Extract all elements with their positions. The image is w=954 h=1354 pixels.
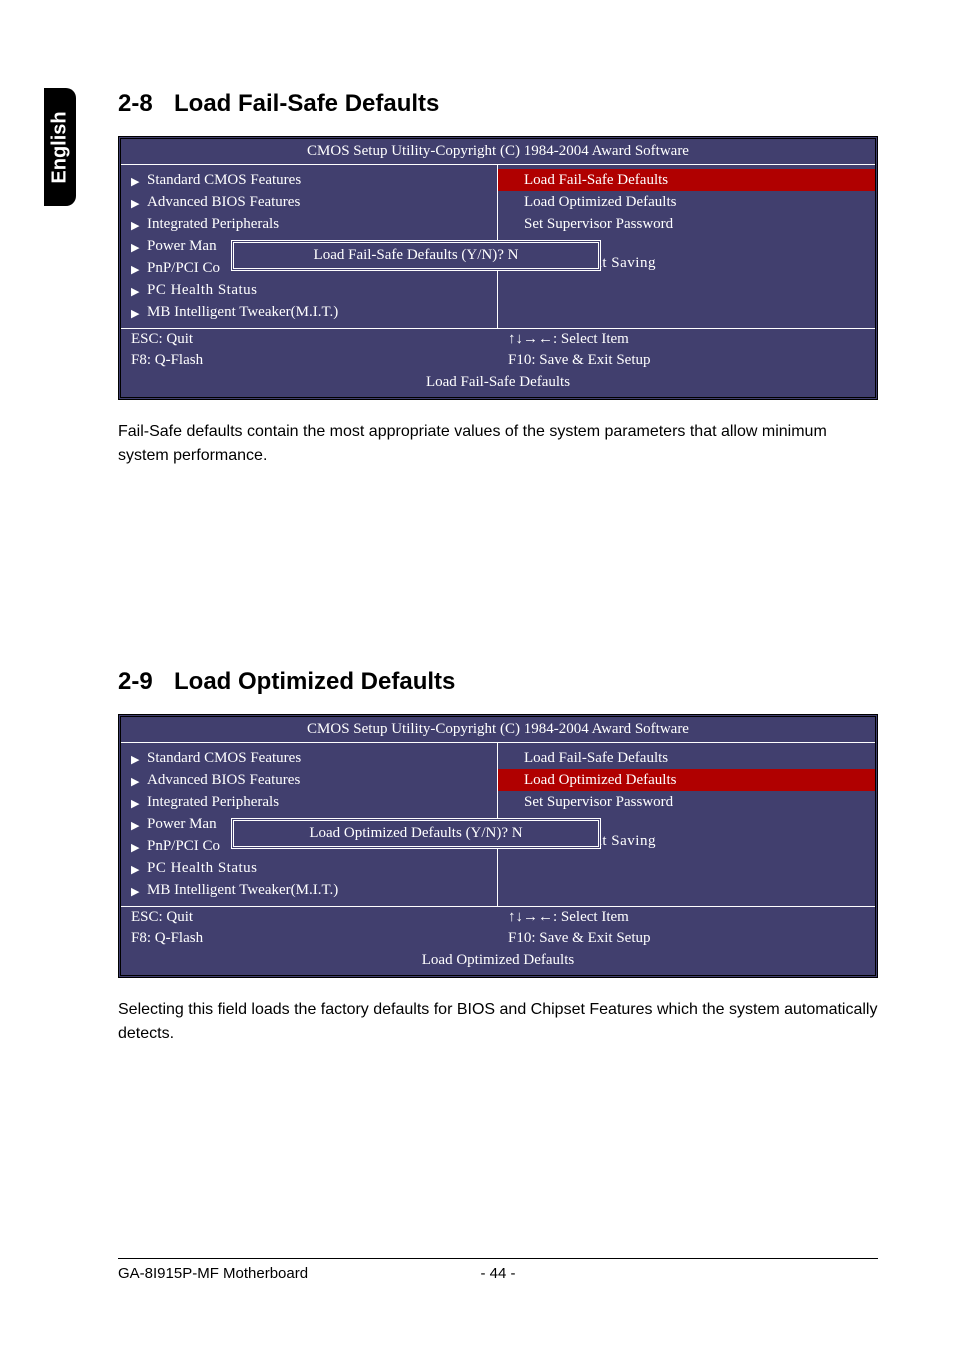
hotkey-f8: F8: Q-Flash <box>121 928 498 949</box>
menu-item-integrated-peripherals[interactable]: ▶Integrated Peripherals <box>121 791 497 813</box>
page-content: 2-8Load Fail-Safe Defaults CMOS Setup Ut… <box>118 90 878 1046</box>
triangle-icon: ▶ <box>131 795 139 813</box>
menu-item-integrated-peripherals[interactable]: ▶Integrated Peripherals <box>121 213 497 235</box>
bios-hotkeys-2: F8: Q-Flash F10: Save & Exit Setup <box>121 928 875 949</box>
section-2-8-text: Fail-Safe defaults contain the most appr… <box>118 420 878 468</box>
menu-item-pc-health[interactable]: ▶PC Health Status <box>121 857 497 879</box>
dialog-text: Load Optimized Defaults (Y/N)? N <box>309 825 522 841</box>
triangle-icon: ▶ <box>131 195 139 213</box>
triangle-icon: ▶ <box>131 305 139 323</box>
triangle-icon: ▶ <box>131 861 139 879</box>
dialog-text: Load Fail-Safe Defaults (Y/N)? N <box>314 247 519 263</box>
bios-dialog-failsafe: CMOS Setup Utility-Copyright (C) 1984-20… <box>118 136 878 400</box>
triangle-icon: ▶ <box>131 261 139 279</box>
triangle-icon: ▶ <box>131 839 139 857</box>
menu-item-supervisor-password[interactable]: Set Supervisor Password <box>498 791 875 813</box>
menu-item-load-failsafe[interactable]: Load Fail-Safe Defaults <box>498 169 875 191</box>
menu-item-load-optimized[interactable]: Load Optimized Defaults <box>498 769 875 791</box>
bios-hotkeys: ESC: Quit ↑↓→←: Select Item <box>121 907 875 928</box>
menu-item-advanced-bios[interactable]: ▶Advanced BIOS Features <box>121 191 497 213</box>
confirm-dialog-optimized[interactable]: Load Optimized Defaults (Y/N)? N <box>231 818 601 849</box>
menu-item-mb-tweaker[interactable]: ▶MB Intelligent Tweaker(M.I.T.) <box>121 879 497 901</box>
page-footer: GA-8I915P-MF Motherboard - 44 - <box>118 1258 878 1282</box>
hotkey-select: ↑↓→←: Select Item <box>498 329 875 350</box>
menu-item-load-optimized[interactable]: Load Optimized Defaults <box>498 191 875 213</box>
bios-header: CMOS Setup Utility-Copyright (C) 1984-20… <box>121 717 875 742</box>
hotkey-f10: F10: Save & Exit Setup <box>498 350 875 371</box>
menu-item-load-failsafe[interactable]: Load Fail-Safe Defaults <box>498 747 875 769</box>
hotkey-f10: F10: Save & Exit Setup <box>498 928 875 949</box>
hotkey-esc: ESC: Quit <box>121 329 498 350</box>
section-2-9-title: 2-9Load Optimized Defaults <box>118 668 878 696</box>
menu-item-mb-tweaker[interactable]: ▶MB Intelligent Tweaker(M.I.T.) <box>121 301 497 323</box>
triangle-icon: ▶ <box>131 239 139 257</box>
bios-hotkeys-2: F8: Q-Flash F10: Save & Exit Setup <box>121 350 875 371</box>
footer-model: GA-8I915P-MF Motherboard <box>118 1265 308 1282</box>
hotkey-esc: ESC: Quit <box>121 907 498 928</box>
bios-body: ▶Standard CMOS Features ▶Advanced BIOS F… <box>121 164 875 329</box>
triangle-icon: ▶ <box>131 817 139 835</box>
triangle-icon: ▶ <box>131 883 139 901</box>
menu-item-standard-cmos[interactable]: ▶Standard CMOS Features <box>121 747 497 769</box>
menu-item-standard-cmos[interactable]: ▶Standard CMOS Features <box>121 169 497 191</box>
menu-item-supervisor-password[interactable]: Set Supervisor Password <box>498 213 875 235</box>
bios-status-bar: Load Optimized Defaults <box>121 949 875 975</box>
bios-header: CMOS Setup Utility-Copyright (C) 1984-20… <box>121 139 875 164</box>
menu-item-pc-health[interactable]: ▶PC Health Status <box>121 279 497 301</box>
section-2-9-text: Selecting this field loads the factory d… <box>118 998 878 1046</box>
triangle-icon: ▶ <box>131 173 139 191</box>
triangle-icon: ▶ <box>131 773 139 791</box>
footer-page-number: - 44 - <box>480 1265 515 1282</box>
bios-dialog-optimized: CMOS Setup Utility-Copyright (C) 1984-20… <box>118 714 878 978</box>
hotkey-select: ↑↓→←: Select Item <box>498 907 875 928</box>
language-tab: English <box>44 88 76 206</box>
section-2-8-title: 2-8Load Fail-Safe Defaults <box>118 90 878 118</box>
triangle-icon: ▶ <box>131 217 139 235</box>
hotkey-f8: F8: Q-Flash <box>121 350 498 371</box>
triangle-icon: ▶ <box>131 283 139 301</box>
bios-status-bar: Load Fail-Safe Defaults <box>121 371 875 397</box>
triangle-icon: ▶ <box>131 751 139 769</box>
menu-item-advanced-bios[interactable]: ▶Advanced BIOS Features <box>121 769 497 791</box>
language-tab-label: English <box>49 111 72 183</box>
confirm-dialog-failsafe[interactable]: Load Fail-Safe Defaults (Y/N)? N <box>231 240 601 271</box>
bios-hotkeys: ESC: Quit ↑↓→←: Select Item <box>121 329 875 350</box>
bios-body: ▶Standard CMOS Features ▶Advanced BIOS F… <box>121 742 875 907</box>
